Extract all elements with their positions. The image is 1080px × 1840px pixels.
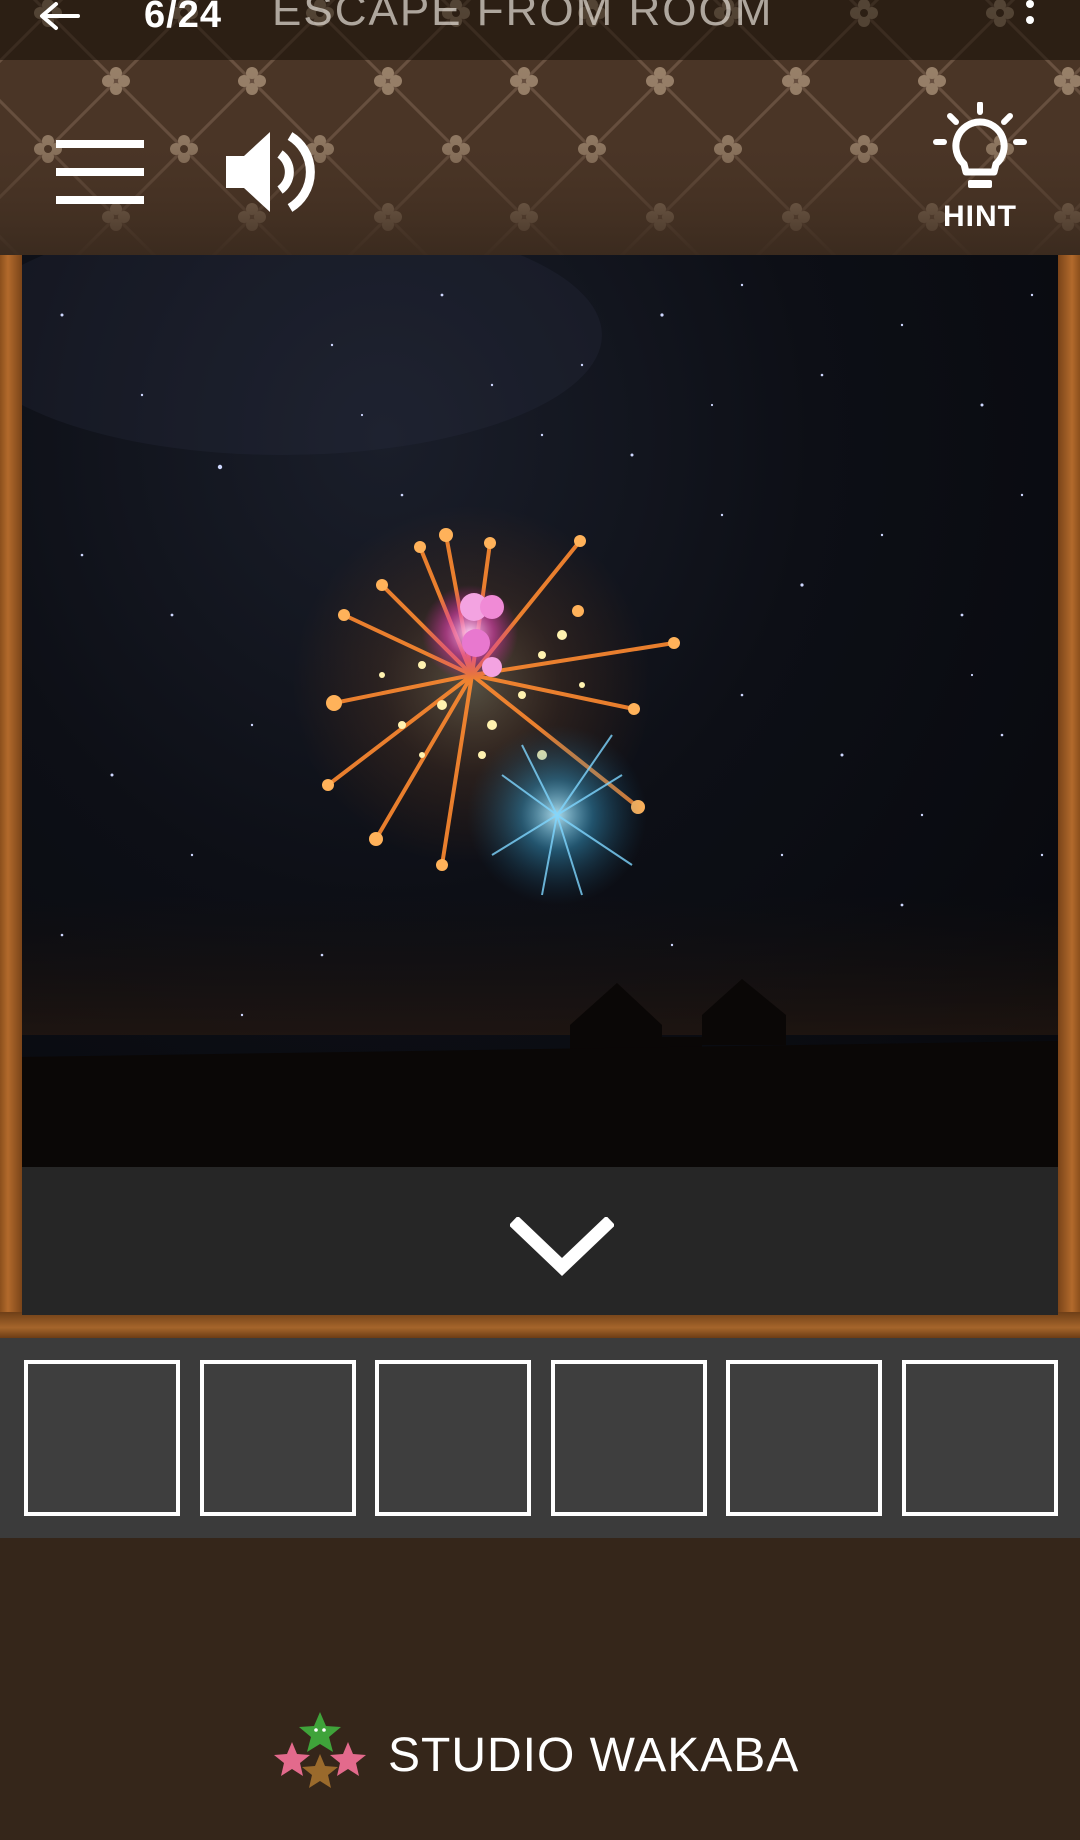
app-title: ESCAPE FROM ROOM: [272, 0, 774, 35]
inventory-slot-6[interactable]: [902, 1360, 1058, 1516]
hint-button[interactable]: HINT: [930, 101, 1030, 242]
fireworks-scene: [22, 255, 1058, 1167]
sound-button[interactable]: [222, 124, 322, 220]
header: 6/24 ESCAPE FROM ROOM HINT: [0, 0, 1080, 255]
footer: STUDIO WAKABA: [0, 1538, 1080, 1840]
back-arrow-icon[interactable]: [34, 0, 82, 36]
inventory-slot-3[interactable]: [375, 1360, 531, 1516]
hint-label: HINT: [943, 200, 1017, 233]
chevron-down-icon: [510, 1217, 614, 1276]
overflow-menu-icon[interactable]: [1020, 0, 1040, 40]
inventory-slot-2[interactable]: [200, 1360, 356, 1516]
inventory-slot-5[interactable]: [726, 1360, 882, 1516]
inventory-slot-1[interactable]: [24, 1360, 180, 1516]
scene-view[interactable]: [22, 255, 1058, 1167]
hamburger-menu-icon: [56, 140, 144, 204]
three-stars-logo: [274, 1712, 366, 1788]
firework-burst: [292, 505, 680, 905]
inventory-bar: [0, 1338, 1080, 1538]
studio-name: STUDIO WAKABA: [388, 1729, 800, 1782]
scene-nav-back-button[interactable]: [22, 1167, 1058, 1315]
frame-ledge: [0, 1312, 1080, 1338]
game-screen: 6/24 ESCAPE FROM ROOM HINT STUDIO WAKABA: [0, 0, 1080, 1840]
level-counter: 6/24: [144, 0, 222, 36]
inventory-slot-4[interactable]: [551, 1360, 707, 1516]
speaker-volume-icon: [226, 132, 315, 212]
menu-button[interactable]: [50, 130, 150, 214]
lightbulb-icon: [933, 101, 1027, 188]
